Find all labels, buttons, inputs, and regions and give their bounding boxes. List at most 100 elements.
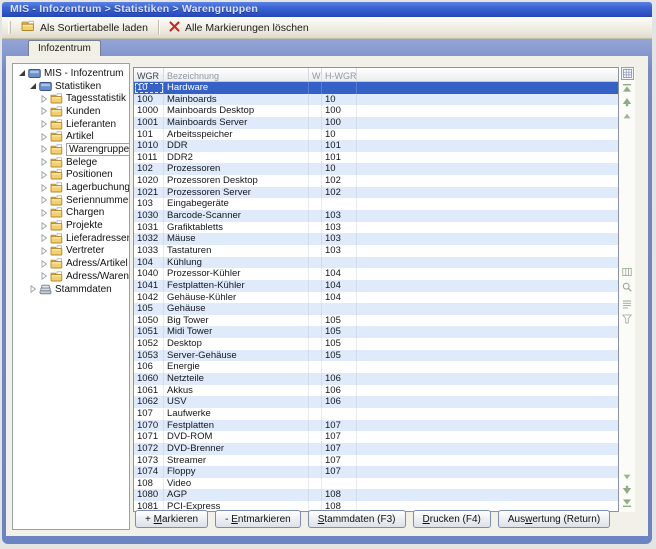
table-row[interactable]: 1070 Festplatten 107: [134, 420, 618, 432]
scroll-to-bottom-icon[interactable]: [622, 498, 632, 508]
tree-expander-icon[interactable]: [39, 183, 48, 192]
tree-item[interactable]: Chargen: [13, 207, 129, 220]
print-button[interactable]: Drucken (F4): [413, 510, 491, 528]
tree-item[interactable]: Warengruppen: [13, 143, 129, 156]
unmark-button[interactable]: - Entmarkieren: [215, 510, 301, 528]
table-row[interactable]: 1071 DVD-ROM 107: [134, 431, 618, 443]
tree-expander-icon[interactable]: [39, 132, 48, 141]
tree-node-icon: [50, 106, 63, 117]
table-row[interactable]: 10 Hardware: [134, 82, 618, 94]
table-row[interactable]: 1080 AGP 108: [134, 489, 618, 501]
tab-infozentrum[interactable]: Infozentrum: [28, 40, 101, 56]
column-header-wgr[interactable]: WGR: [134, 68, 164, 81]
load-as-sort-table-button[interactable]: Als Sortiertabelle laden: [15, 18, 154, 37]
table-row[interactable]: 1033 Tastaturen 103: [134, 245, 618, 257]
scroll-up-icon[interactable]: [622, 97, 632, 107]
table-row[interactable]: 1052 Desktop 105: [134, 338, 618, 350]
tree-item[interactable]: Positionen: [13, 169, 129, 182]
table-row[interactable]: 1040 Prozessor-Kühler 104: [134, 268, 618, 280]
auswertung-button[interactable]: Auswertung (Return): [498, 510, 610, 528]
tree-expander-icon[interactable]: [39, 246, 48, 255]
table-row[interactable]: 103 Eingabegeräte: [134, 198, 618, 210]
tree-item[interactable]: Lieferadressen: [13, 232, 129, 245]
record-list-icon[interactable]: [622, 299, 632, 309]
table-row[interactable]: 1062 USV 106: [134, 396, 618, 408]
table-row[interactable]: 1051 Midi Tower 105: [134, 326, 618, 338]
tree-expander-icon[interactable]: [39, 158, 48, 167]
table-row[interactable]: 107 Laufwerke: [134, 408, 618, 420]
cell-filler: [357, 268, 618, 280]
search-icon[interactable]: [622, 282, 632, 292]
tree-expander-icon[interactable]: [39, 145, 48, 154]
tree-expander-icon[interactable]: [39, 221, 48, 230]
tree-item[interactable]: Adress/Warengruppen: [13, 270, 129, 283]
column-header-bezeichnung[interactable]: Bezeichnung: [164, 68, 309, 81]
mark-button[interactable]: + Markieren: [135, 510, 208, 528]
tree-item[interactable]: Vertreter: [13, 245, 129, 258]
clear-all-marks-button[interactable]: Alle Markierungen löschen: [163, 19, 315, 37]
filter-icon[interactable]: [622, 314, 632, 324]
tree-expander-icon[interactable]: [17, 69, 26, 78]
table-row[interactable]: 1041 Festplatten-Kühler 104: [134, 280, 618, 292]
tree-expander-icon[interactable]: [39, 170, 48, 179]
tree-expander-icon[interactable]: [39, 120, 48, 129]
scroll-down-small-icon[interactable]: [622, 472, 632, 482]
table-row[interactable]: 1074 Floppy 107: [134, 466, 618, 478]
table-row[interactable]: 1011 DDR2 101: [134, 152, 618, 164]
table-row[interactable]: 100 Mainboards 10: [134, 94, 618, 106]
tree-expander-icon[interactable]: [28, 285, 37, 294]
tree-item[interactable]: Seriennummern: [13, 194, 129, 207]
tree-expander-icon[interactable]: [39, 107, 48, 116]
table-row[interactable]: 1031 Grafiktabletts 103: [134, 222, 618, 234]
column-header-hwgr[interactable]: H-WGR: [322, 68, 357, 81]
scroll-down-icon[interactable]: [622, 485, 632, 495]
table-row[interactable]: 108 Video: [134, 478, 618, 490]
tree-item[interactable]: Stammdaten: [13, 283, 129, 296]
table-row[interactable]: 1061 Akkus 106: [134, 385, 618, 397]
tree-item[interactable]: Tagesstatistik: [13, 92, 129, 105]
tree-item[interactable]: MIS - Infozentrum: [13, 67, 129, 80]
tree-item[interactable]: Lieferanten: [13, 118, 129, 131]
table-row[interactable]: 101 Arbeitsspeicher 10: [134, 129, 618, 141]
tree-item[interactable]: Lagerbuchungen: [13, 181, 129, 194]
tree-expander-icon[interactable]: [39, 272, 48, 281]
table-row[interactable]: 105 Gehäuse: [134, 303, 618, 315]
table-row[interactable]: 1000 Mainboards Desktop 100: [134, 105, 618, 117]
table-row[interactable]: 1030 Barcode-Scanner 103: [134, 210, 618, 222]
table-row[interactable]: 1050 Big Tower 105: [134, 315, 618, 327]
tree-expander-icon[interactable]: [39, 234, 48, 243]
column-header-w[interactable]: W: [309, 68, 322, 81]
cell-bezeichnung: Gehäuse: [164, 303, 309, 315]
table-row[interactable]: 102 Prozessoren 10: [134, 163, 618, 175]
table-row[interactable]: 1053 Server-Gehäuse 105: [134, 350, 618, 362]
column-chooser-button[interactable]: [621, 67, 634, 80]
tree-item[interactable]: Artikel: [13, 130, 129, 143]
tree-expander-icon[interactable]: [28, 82, 37, 91]
tree-item[interactable]: Statistiken: [13, 80, 129, 93]
stammdaten-button[interactable]: Stammdaten (F3): [308, 510, 406, 528]
tree-expander-icon[interactable]: [39, 208, 48, 217]
table-row[interactable]: 1021 Prozessoren Server 102: [134, 187, 618, 199]
table-row[interactable]: 1072 DVD-Brenner 107: [134, 443, 618, 455]
table-row[interactable]: 1060 Netzteile 106: [134, 373, 618, 385]
tree-item[interactable]: Projekte: [13, 219, 129, 232]
cell-w: [309, 303, 322, 315]
tree-item[interactable]: Belege: [13, 156, 129, 169]
table-row[interactable]: 104 Kühlung: [134, 257, 618, 269]
tree-expander-icon[interactable]: [39, 196, 48, 205]
tree-expander-icon[interactable]: [39, 259, 48, 268]
table-row[interactable]: 1032 Mäuse 103: [134, 233, 618, 245]
column-settings-icon[interactable]: [622, 267, 632, 277]
table-row[interactable]: 1010 DDR 101: [134, 140, 618, 152]
tree-expander-icon[interactable]: [39, 94, 48, 103]
tree-item[interactable]: Adress/Artikel: [13, 257, 129, 270]
table-row[interactable]: 1020 Prozessoren Desktop 102: [134, 175, 618, 187]
cell-wgr: 1000: [134, 105, 164, 117]
table-row[interactable]: 1073 Streamer 107: [134, 455, 618, 467]
tree-item[interactable]: Kunden: [13, 105, 129, 118]
scroll-up-small-icon[interactable]: [622, 111, 632, 121]
scroll-to-top-icon[interactable]: [622, 83, 632, 93]
table-row[interactable]: 1042 Gehäuse-Kühler 104: [134, 292, 618, 304]
table-row[interactable]: 1001 Mainboards Server 100: [134, 117, 618, 129]
table-row[interactable]: 106 Energie: [134, 361, 618, 373]
